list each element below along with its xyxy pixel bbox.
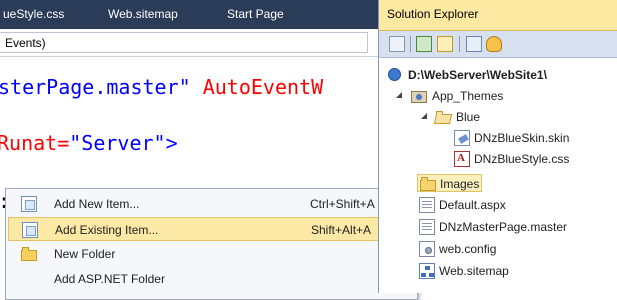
tree-node-label: Default.aspx	[439, 198, 506, 212]
skin-file-icon	[454, 130, 470, 146]
member-dropdown-value: Events)	[5, 36, 46, 50]
code-runat-attr: Runat=	[0, 131, 70, 155]
tab-start-page[interactable]: Start Page	[227, 7, 284, 21]
toolbar-separator	[459, 36, 460, 52]
menu-item-shortcut: Ctrl+Shift+A	[310, 197, 375, 211]
view-code-icon[interactable]	[466, 36, 482, 52]
menu-item-label: Add ASP.NET Folder	[54, 272, 165, 286]
code-navigation-bar: Events)	[0, 29, 378, 57]
menu-item-new-folder[interactable]: New Folder	[8, 242, 413, 266]
new-item-icon	[21, 196, 37, 212]
master-file-icon	[419, 219, 435, 235]
website-icon	[387, 67, 403, 83]
menu-item-label: New Folder	[54, 247, 116, 261]
tree-node-app-themes[interactable]: App_Themes	[394, 87, 612, 105]
tree-node-label: Blue	[456, 110, 481, 124]
panel-title: Solution Explorer	[387, 7, 479, 21]
expander-open-icon[interactable]	[396, 92, 402, 98]
tree-node-blue[interactable]: Blue	[419, 108, 612, 126]
tree-node-images[interactable]: Images	[417, 174, 482, 192]
toolbar-separator	[410, 36, 411, 52]
code-line-2: Runat="Server">	[0, 131, 178, 155]
code-line-1: sterPage.master" AutoEventW	[0, 75, 323, 99]
menu-item-add-existing-item[interactable]: Add Existing Item... Shift+Alt+A	[8, 217, 413, 241]
folder-icon	[21, 246, 37, 262]
open-folder-icon	[435, 109, 451, 125]
css-file-icon	[454, 151, 470, 167]
sitemap-file-icon	[419, 263, 435, 279]
menu-item-add-aspnet-folder[interactable]: Add ASP.NET Folder	[8, 267, 413, 291]
solution-explorer-toolbar	[379, 31, 617, 58]
tab-bluestyle-css[interactable]: ueStyle.css	[3, 7, 64, 21]
tree-node-label: DNzMasterPage.master	[439, 220, 568, 234]
context-menu: Add New Item... Ctrl+Shift+A Add Existin…	[5, 188, 418, 300]
solution-explorer-panel: Solution Explorer D:\WebServer\WebSite1\…	[378, 0, 617, 293]
tree-node-default-aspx[interactable]: Default.aspx	[419, 196, 612, 214]
tree-node-website-root[interactable]: D:\WebServer\WebSite1\	[387, 66, 612, 84]
tree-node-label: Web.sitemap	[439, 264, 509, 278]
aspx-file-icon	[419, 197, 435, 213]
member-dropdown[interactable]: Events)	[0, 32, 368, 53]
tree-node-master-page[interactable]: DNzMasterPage.master	[419, 218, 612, 236]
folder-icon	[420, 176, 436, 192]
tree-node-css-file[interactable]: DNzBlueStyle.css	[454, 150, 612, 168]
tree-node-web-sitemap[interactable]: Web.sitemap	[419, 262, 612, 280]
solution-explorer-title-bar: Solution Explorer	[379, 0, 617, 31]
code-runat-value: "Server">	[69, 131, 178, 155]
themes-folder-icon	[411, 88, 427, 104]
show-all-files-icon[interactable]	[437, 36, 453, 52]
document-tab-bar: ueStyle.css Web.sitemap Start Page	[0, 0, 378, 29]
expander-open-icon[interactable]	[421, 113, 427, 119]
tree-node-label: web.config	[439, 242, 497, 256]
tree-node-label: Images	[440, 177, 480, 191]
copy-website-icon[interactable]	[486, 36, 502, 52]
tree-node-label: D:\WebServer\WebSite1\	[408, 68, 547, 82]
tree-node-label: DNzBlueStyle.css	[474, 152, 570, 166]
tree-node-label: App_Themes	[432, 89, 504, 103]
menu-item-add-new-item[interactable]: Add New Item... Ctrl+Shift+A	[8, 192, 413, 216]
tree-node-label: DNzBlueSkin.skin	[474, 131, 570, 145]
tree-node-web-config[interactable]: web.config	[419, 240, 612, 258]
menu-item-label: Add Existing Item...	[55, 223, 159, 237]
existing-item-icon	[22, 222, 38, 238]
code-attr-name: AutoEventW	[190, 75, 324, 99]
code-attr-value: sterPage.master"	[0, 75, 191, 99]
menu-item-shortcut: Shift+Alt+A	[311, 223, 372, 237]
menu-item-label: Add New Item...	[54, 197, 140, 211]
tree-node-skin-file[interactable]: DNzBlueSkin.skin	[454, 129, 612, 147]
tab-web-sitemap[interactable]: Web.sitemap	[108, 7, 178, 21]
refresh-icon[interactable]	[416, 36, 432, 52]
config-file-icon	[419, 241, 435, 257]
properties-icon[interactable]	[389, 36, 405, 52]
